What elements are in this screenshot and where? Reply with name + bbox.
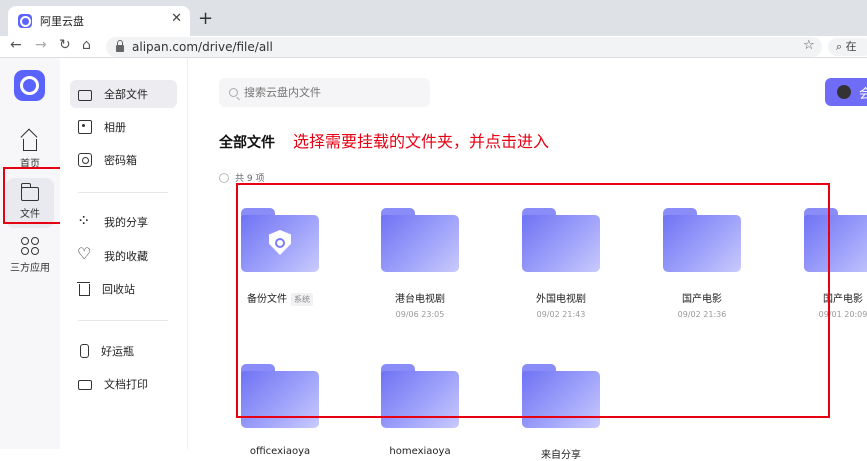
- app-rail: 首页 文件 三方应用: [0, 58, 60, 449]
- url-text: alipan.com/drive/file/all: [132, 40, 273, 54]
- home-icon[interactable]: ⌂: [82, 37, 91, 53]
- bookmark-star-icon[interactable]: ☆: [803, 38, 815, 53]
- photo-icon: [78, 120, 92, 134]
- annotation-text: 选择需要挂载的文件夹，并点击进入: [293, 132, 550, 151]
- folder-name: officexiaoya: [249, 446, 311, 457]
- rail-item-label: 三方应用: [10, 262, 50, 274]
- file-search-box[interactable]: [219, 78, 430, 107]
- reload-icon[interactable]: ↻: [59, 37, 71, 53]
- sidebar-item-all-files[interactable]: 全部文件: [70, 80, 177, 108]
- sidebar-item-label: 相册: [104, 121, 126, 134]
- search-input[interactable]: [244, 86, 424, 99]
- select-all-checkbox[interactable]: [219, 172, 229, 183]
- sidebar-item-lucky-bottle[interactable]: 好运瓶: [70, 337, 177, 365]
- new-tab-button[interactable]: +: [198, 8, 213, 29]
- tab-close-icon[interactable]: ✕: [171, 11, 182, 26]
- trash-icon: [77, 282, 90, 296]
- search-icon: [229, 88, 238, 97]
- annotation-box-files: [3, 167, 65, 224]
- sidebar-divider: [78, 320, 168, 321]
- browser-search-hint: 在: [845, 40, 857, 53]
- sidebar-item-label: 回收站: [102, 283, 135, 296]
- browser-tab-bar: 阿里云盘 ✕ +: [0, 0, 867, 36]
- alipan-logo-icon[interactable]: [14, 70, 45, 101]
- avatar: [837, 85, 851, 99]
- magnifier-icon: ⌕: [836, 40, 846, 53]
- folder-name: homexiaoya: [389, 446, 451, 457]
- sidebar-item-safe[interactable]: 密码箱: [70, 146, 177, 174]
- sidebar-item-album[interactable]: 相册: [70, 113, 177, 141]
- sidebar-item-my-shares[interactable]: 我的分享: [70, 208, 177, 236]
- sidebar-item-favorites[interactable]: 我的收藏: [70, 242, 177, 270]
- rail-item-apps[interactable]: 三方应用: [6, 230, 54, 280]
- sidebar-item-label: 密码箱: [104, 154, 137, 167]
- folder-name: 来自分享: [541, 450, 581, 461]
- printer-icon: [78, 380, 92, 390]
- sidebar-item-label: 我的收藏: [104, 250, 148, 263]
- folder-icon: [78, 89, 92, 101]
- tab-title: 阿里云盘: [40, 15, 84, 28]
- lock-icon: [116, 39, 124, 52]
- sidebar-item-label: 全部文件: [104, 88, 148, 101]
- sidebar-divider: [78, 192, 168, 193]
- sidebar-item-label: 文档打印: [104, 378, 148, 391]
- annotation-box-folders: [236, 183, 830, 418]
- back-icon[interactable]: ←: [10, 37, 22, 53]
- page-title: 全部文件: [219, 135, 275, 151]
- alipan-favicon-icon: [18, 14, 32, 28]
- vip-button[interactable]: 会: [825, 78, 867, 106]
- safe-icon: [78, 153, 92, 167]
- sidebar-item-label: 好运瓶: [101, 345, 134, 358]
- home-icon: [23, 138, 37, 151]
- heart-icon: [77, 244, 92, 263]
- vip-label: 会: [859, 86, 867, 102]
- share-icon: [77, 211, 92, 230]
- apps-icon: [21, 236, 39, 255]
- file-sidebar: 全部文件 相册 密码箱 我的分享 我的收藏 回收站 好运瓶 文档打印: [60, 58, 188, 449]
- address-bar: ← → ↻ ⌂ alipan.com/drive/file/all ☆ ⌕ 在: [0, 36, 867, 58]
- bottle-icon: [80, 344, 89, 358]
- sidebar-item-label: 我的分享: [104, 216, 148, 229]
- url-field[interactable]: alipan.com/drive/file/all: [106, 37, 822, 57]
- browser-tab[interactable]: 阿里云盘 ✕: [8, 6, 190, 36]
- sidebar-item-recycle-bin[interactable]: 回收站: [70, 275, 177, 303]
- forward-icon[interactable]: →: [35, 37, 47, 53]
- sidebar-item-doc-print[interactable]: 文档打印: [70, 370, 177, 398]
- browser-search-box[interactable]: ⌕ 在: [828, 38, 867, 56]
